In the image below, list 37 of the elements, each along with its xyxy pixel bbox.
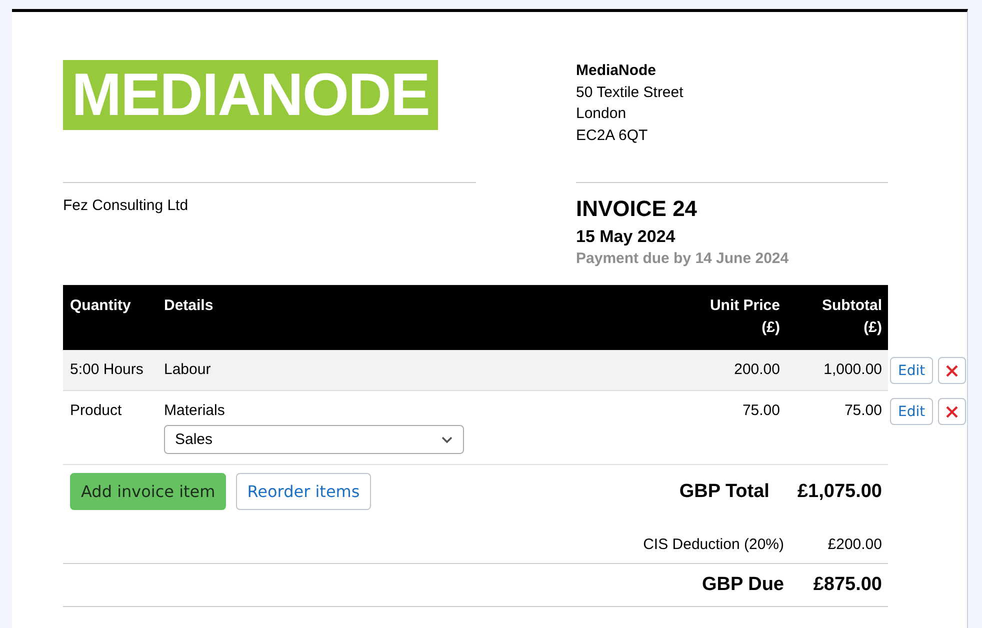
total-value: £200.00 bbox=[826, 536, 883, 553]
table-cell: Product bbox=[70, 402, 122, 419]
invoice-title: INVOICE 24 bbox=[576, 195, 698, 223]
table-cell: Materials bbox=[164, 402, 225, 419]
close-icon bbox=[945, 364, 960, 378]
column-header: Details bbox=[164, 297, 214, 314]
edit-button[interactable]: Edit bbox=[890, 357, 934, 384]
column-header: Quantity bbox=[70, 297, 131, 314]
table-cell: 200.00 bbox=[734, 361, 780, 378]
client-name: Fez Consulting Ltd bbox=[63, 197, 190, 214]
invoice-date: 15 May 2024 bbox=[576, 227, 676, 247]
logo: MEDIANODE bbox=[63, 60, 438, 130]
address-line: 50 Textile Street bbox=[576, 82, 684, 102]
payment-due: Payment due by 14 June 2024 bbox=[576, 250, 790, 267]
table-cell: 75.00 bbox=[844, 402, 882, 419]
total-label: GBP Total bbox=[679, 480, 770, 502]
supplier-name: MediaNode bbox=[576, 61, 658, 81]
table-cell: Labour bbox=[164, 361, 211, 378]
total-value: £1,075.00 bbox=[797, 480, 883, 502]
total-label: GBP Due bbox=[702, 574, 785, 596]
column-header: Unit Price (£) bbox=[708, 296, 780, 338]
add-item-button[interactable]: Add invoice item bbox=[70, 473, 226, 510]
chevron-down-icon bbox=[441, 436, 453, 444]
address-line: EC2A 6QT bbox=[576, 126, 649, 146]
delete-button[interactable] bbox=[938, 357, 966, 384]
table-cell: 5:00 Hours bbox=[70, 361, 144, 378]
close-icon bbox=[945, 404, 960, 418]
table-cell: 1,000.00 bbox=[824, 361, 882, 378]
account-dropdown[interactable]: Sales bbox=[164, 425, 464, 454]
delete-button[interactable] bbox=[938, 398, 966, 425]
address-line: London bbox=[576, 104, 628, 124]
table-cell: 75.00 bbox=[742, 402, 780, 419]
column-header: Subtotal (£) bbox=[821, 296, 882, 338]
total-value: £875.00 bbox=[812, 574, 883, 596]
reorder-button[interactable]: Reorder items bbox=[236, 473, 371, 510]
edit-button[interactable]: Edit bbox=[890, 398, 934, 425]
total-label: CIS Deduction (20%) bbox=[643, 536, 785, 553]
